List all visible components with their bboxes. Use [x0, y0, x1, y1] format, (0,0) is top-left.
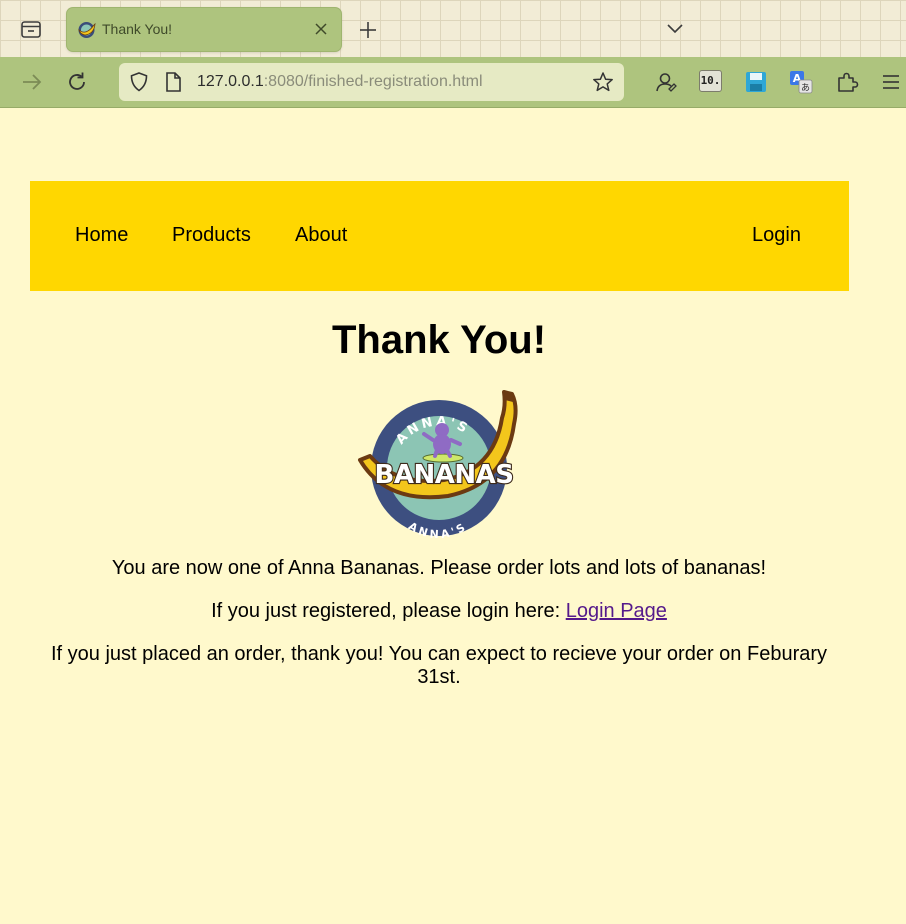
order-message: If you just placed an order, thank you! … [50, 643, 828, 688]
star-icon[interactable] [592, 71, 614, 98]
svg-text:あ: あ [801, 83, 810, 94]
browser-tab-bar: Thank You! [0, 0, 906, 57]
login-page-link[interactable]: Login Page [566, 600, 667, 622]
chevron-down-icon[interactable] [664, 19, 686, 39]
url-bar[interactable]: 127.0.0.1:8080/finished-registration.htm… [119, 63, 624, 101]
puzzle-icon[interactable] [835, 70, 859, 94]
browser-toolbar: 127.0.0.1:8080/finished-registration.htm… [0, 57, 906, 108]
nav-products-link[interactable]: Products [172, 224, 251, 247]
url-host: 127.0.0.1 [197, 73, 264, 90]
login-message: If you just registered, please login her… [0, 600, 878, 623]
browser-tab[interactable]: Thank You! [67, 8, 341, 51]
tab-title: Thank You! [102, 21, 173, 37]
url-text[interactable]: 127.0.0.1:8080/finished-registration.htm… [197, 73, 483, 91]
hamburger-menu-icon[interactable] [880, 70, 904, 94]
url-path: :8080/finished-registration.html [263, 73, 483, 90]
site-navigation: Home Products About Login [30, 181, 849, 291]
extension-10-badge[interactable]: 10. [699, 70, 722, 92]
annas-bananas-logo: ANNA'S ANNA'S BANANAS [356, 388, 518, 541]
annas-bananas-favicon [77, 20, 96, 39]
welcome-message: You are now one of Anna Bananas. Please … [111, 557, 767, 579]
close-icon[interactable] [311, 19, 331, 39]
translate-icon[interactable]: A あ [789, 70, 813, 94]
login-message-text: If you just registered, please login her… [211, 600, 561, 622]
nav-home-link[interactable]: Home [75, 224, 128, 247]
forward-arrow-icon[interactable] [20, 70, 44, 94]
save-disk-icon[interactable] [744, 70, 768, 94]
reload-icon[interactable] [65, 70, 89, 94]
svg-text:BANANAS: BANANAS [375, 460, 514, 490]
page-icon[interactable] [163, 71, 183, 98]
plus-icon[interactable] [357, 19, 379, 41]
shield-icon[interactable] [128, 71, 150, 98]
page-title: Thank You! [331, 318, 547, 362]
nav-login-link[interactable]: Login [752, 224, 801, 247]
nav-about-link[interactable]: About [295, 224, 347, 247]
account-icon[interactable] [654, 70, 678, 94]
tab-list-icon[interactable] [20, 18, 42, 40]
